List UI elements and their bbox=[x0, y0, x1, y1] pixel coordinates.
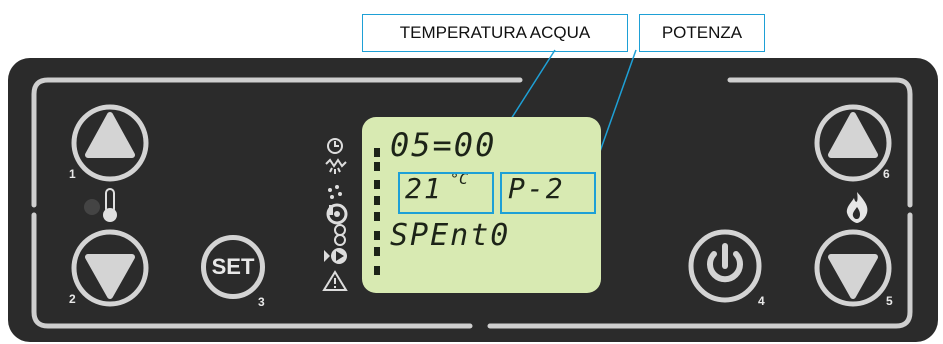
arrow-down-icon bbox=[828, 254, 878, 299]
set-button[interactable]: SET bbox=[201, 235, 265, 299]
level-bar bbox=[374, 196, 380, 205]
level-bar bbox=[374, 231, 380, 240]
level-bar bbox=[374, 247, 380, 256]
button-number-6: 6 bbox=[883, 167, 890, 181]
warning-icon bbox=[322, 270, 348, 291]
exhaust-icon bbox=[334, 224, 346, 246]
level-bar bbox=[374, 180, 380, 189]
lcd-status: SPEnt0 bbox=[390, 218, 511, 253]
heat-icon bbox=[325, 158, 347, 174]
level-bar bbox=[374, 148, 380, 157]
lcd-time: 05=00 bbox=[390, 126, 497, 164]
arrow-down-icon bbox=[85, 254, 135, 299]
clock-icon bbox=[327, 138, 343, 154]
set-button-label: SET bbox=[211, 254, 255, 279]
highlight-power bbox=[500, 172, 596, 214]
stove-control-panel-figure: TEMPERATURA ACQUA POTENZA 05=00 21 °C P-… bbox=[0, 0, 943, 344]
arrow-up-icon bbox=[85, 112, 135, 158]
pellet-icon bbox=[328, 185, 342, 199]
power-icon bbox=[707, 243, 743, 283]
level-bar bbox=[374, 162, 380, 171]
button-number-5: 5 bbox=[886, 294, 893, 308]
button-number-3: 3 bbox=[258, 295, 265, 309]
level-bar bbox=[374, 212, 380, 221]
fan-icon bbox=[326, 203, 348, 225]
down-button-right[interactable] bbox=[810, 225, 896, 311]
highlight-water-temperature bbox=[398, 172, 494, 214]
up-button-left[interactable] bbox=[67, 100, 153, 186]
level-bar bbox=[374, 266, 380, 275]
button-number-4: 4 bbox=[758, 294, 765, 308]
status-icons-column bbox=[322, 138, 348, 291]
down-button-left[interactable] bbox=[67, 225, 153, 311]
arrow-up-icon bbox=[828, 112, 878, 158]
power-button[interactable] bbox=[685, 226, 765, 306]
thermometer-icon bbox=[84, 188, 117, 222]
flame-icon bbox=[846, 192, 868, 223]
motor-icon bbox=[324, 248, 347, 264]
button-number-1: 1 bbox=[69, 167, 76, 181]
button-number-2: 2 bbox=[69, 292, 76, 306]
